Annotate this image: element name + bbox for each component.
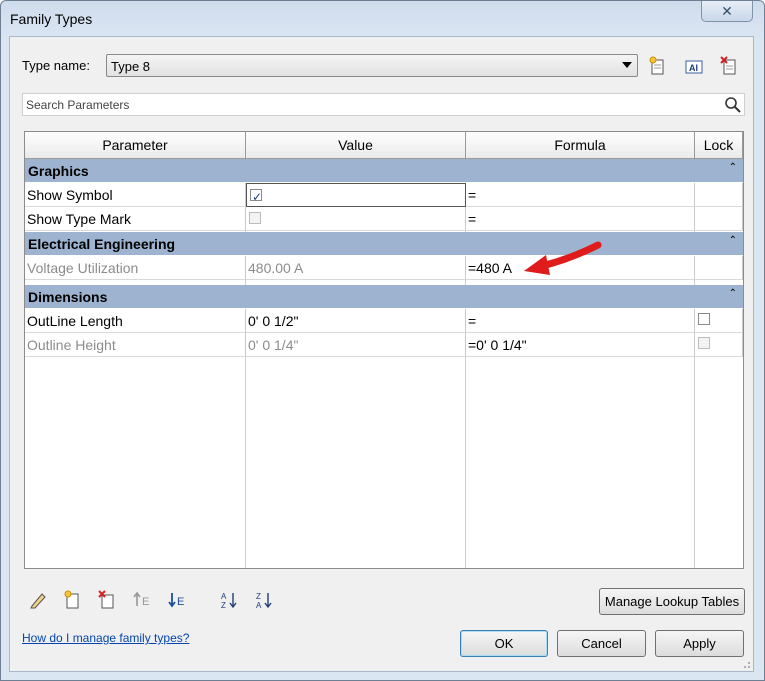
column-header-parameter[interactable]: Parameter (25, 132, 246, 159)
value-cell: 480.00 A (246, 256, 466, 280)
svg-text:AI: AI (689, 63, 698, 73)
apply-button[interactable]: Apply (655, 630, 744, 657)
new-parameter-icon[interactable] (62, 590, 82, 610)
parameters-grid: Parameter Value Formula Lock Graphics ⌃ … (24, 131, 744, 569)
formula-cell[interactable]: =0' 0 1/4" (466, 333, 695, 357)
rename-type-icon[interactable]: AI (684, 57, 704, 77)
svg-text:E: E (177, 596, 184, 608)
help-link[interactable]: How do I manage family types? (22, 631, 189, 645)
move-up-icon[interactable]: E (132, 590, 152, 610)
show-symbol-checkbox[interactable]: ✓ (250, 189, 262, 204)
dialog-title: Family Types (10, 11, 93, 27)
close-icon: ✕ (721, 2, 733, 19)
sort-ascending-icon[interactable]: A Z (220, 590, 240, 610)
lock-cell (695, 256, 743, 280)
parameter-name-cell: Show Type Mark (25, 207, 246, 231)
svg-text:E: E (142, 596, 149, 608)
svg-text:A: A (221, 592, 227, 601)
parameter-name-cell: Outline Height (25, 333, 246, 357)
group-header-electrical[interactable]: Electrical Engineering ⌃ (25, 232, 743, 256)
collapse-icon[interactable]: ⌃ (729, 229, 737, 253)
formula-cell[interactable]: = (466, 309, 695, 333)
group-header-dimensions[interactable]: Dimensions ⌃ (25, 285, 743, 309)
lock-cell[interactable] (695, 309, 743, 333)
formula-cell[interactable]: = (466, 207, 695, 231)
lock-cell (695, 183, 743, 207)
search-icon[interactable] (724, 96, 742, 114)
edit-parameter-icon[interactable] (28, 590, 48, 610)
svg-text:Z: Z (221, 601, 226, 610)
chevron-down-icon (622, 62, 632, 68)
type-name-dropdown[interactable]: Type 8 (106, 54, 638, 77)
ok-button[interactable]: OK (460, 630, 548, 657)
move-down-icon[interactable]: E (167, 590, 187, 610)
show-type-mark-checkbox[interactable] (249, 212, 261, 224)
lock-cell[interactable] (695, 333, 743, 357)
value-cell[interactable]: 0' 0 1/2" (246, 309, 466, 333)
group-label: Graphics (28, 163, 89, 179)
type-name-label: Type name: (22, 58, 90, 73)
checkmark-icon: ✓ (252, 190, 263, 204)
value-cell: 0' 0 1/4" (246, 333, 466, 357)
lock-checkbox[interactable] (698, 313, 710, 325)
value-cell[interactable] (246, 207, 466, 231)
column-header-value[interactable]: Value (246, 132, 466, 159)
lock-cell (695, 207, 743, 231)
column-header-lock[interactable]: Lock (695, 132, 743, 159)
delete-type-icon[interactable] (719, 56, 739, 76)
family-types-dialog: Family Types ✕ Type name: Type 8 AI Sear… (0, 0, 765, 681)
cancel-button[interactable]: Cancel (557, 630, 646, 657)
parameter-name-cell: Show Symbol (25, 183, 246, 207)
group-header-graphics[interactable]: Graphics ⌃ (25, 159, 743, 183)
parameter-name-cell: Voltage Utilization (25, 256, 246, 280)
formula-cell[interactable]: = (466, 183, 695, 207)
value-cell[interactable]: ✓ (246, 183, 466, 207)
search-placeholder: Search Parameters (26, 98, 130, 112)
svg-text:Z: Z (256, 592, 261, 601)
search-input[interactable]: Search Parameters (22, 93, 745, 116)
close-button[interactable]: ✕ (701, 1, 753, 22)
arrow-annotation (524, 241, 602, 275)
group-label: Dimensions (28, 289, 108, 305)
dialog-body: Type name: Type 8 AI Search Parameters P… (9, 36, 754, 672)
parameter-name-cell: OutLine Length (25, 309, 246, 333)
sort-descending-icon[interactable]: Z A (255, 590, 275, 610)
collapse-icon[interactable]: ⌃ (729, 282, 737, 306)
new-type-icon[interactable] (648, 56, 668, 76)
group-label: Electrical Engineering (28, 236, 176, 252)
manage-lookup-tables-button[interactable]: Manage Lookup Tables (599, 588, 745, 615)
delete-parameter-icon[interactable] (97, 590, 117, 610)
lock-checkbox[interactable] (698, 337, 710, 349)
svg-text:A: A (256, 601, 262, 610)
resize-grip-icon[interactable] (741, 659, 751, 669)
collapse-icon[interactable]: ⌃ (729, 156, 737, 180)
title-bar: Family Types ✕ (1, 1, 764, 35)
column-header-formula[interactable]: Formula (466, 132, 695, 159)
type-name-value: Type 8 (111, 59, 151, 74)
